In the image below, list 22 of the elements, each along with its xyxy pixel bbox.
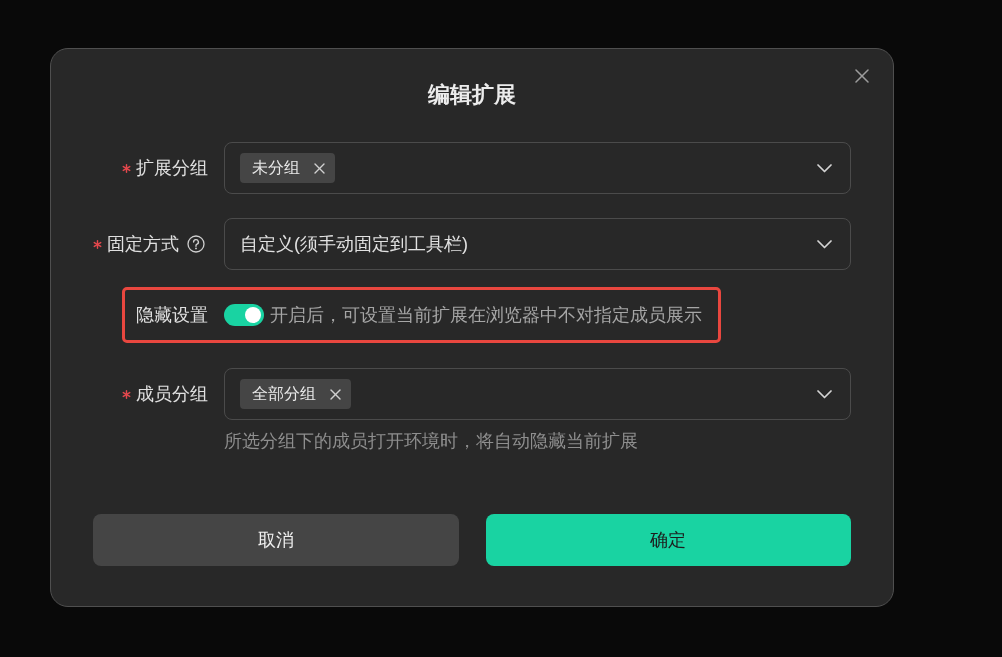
- close-icon[interactable]: [855, 69, 869, 83]
- chevron-down-icon: [817, 239, 832, 249]
- select-field[interactable]: 全部分组: [224, 368, 851, 420]
- toggle-switch[interactable]: [224, 304, 264, 326]
- select-field[interactable]: 未分组: [224, 142, 851, 194]
- dialog-title: 编辑扩展: [428, 81, 516, 109]
- field-label: 扩展分组: [136, 157, 208, 180]
- select-field[interactable]: 自定义(须手动固定到工具栏): [224, 218, 851, 270]
- switch-description: 开启后，可设置当前扩展在浏览器中不对指定成员展示: [270, 304, 702, 327]
- field-label: 隐藏设置: [136, 304, 208, 327]
- confirm-button[interactable]: 确定: [485, 514, 851, 566]
- cancel-button[interactable]: 取消: [93, 514, 459, 566]
- chevron-down-icon: [817, 163, 832, 173]
- tag-chip[interactable]: 未分组: [240, 153, 335, 183]
- chevron-down-icon: [817, 389, 832, 399]
- field-hint: 所选分组下的成员打开环境时，将自动隐藏当前扩展: [224, 430, 638, 452]
- field-label: 固定方式: [107, 233, 179, 256]
- remove-icon[interactable]: [330, 388, 341, 400]
- help-icon[interactable]: [187, 235, 205, 253]
- field-label: 成员分组: [136, 383, 208, 406]
- remove-icon[interactable]: [314, 162, 325, 174]
- tag-chip[interactable]: 全部分组: [240, 379, 351, 409]
